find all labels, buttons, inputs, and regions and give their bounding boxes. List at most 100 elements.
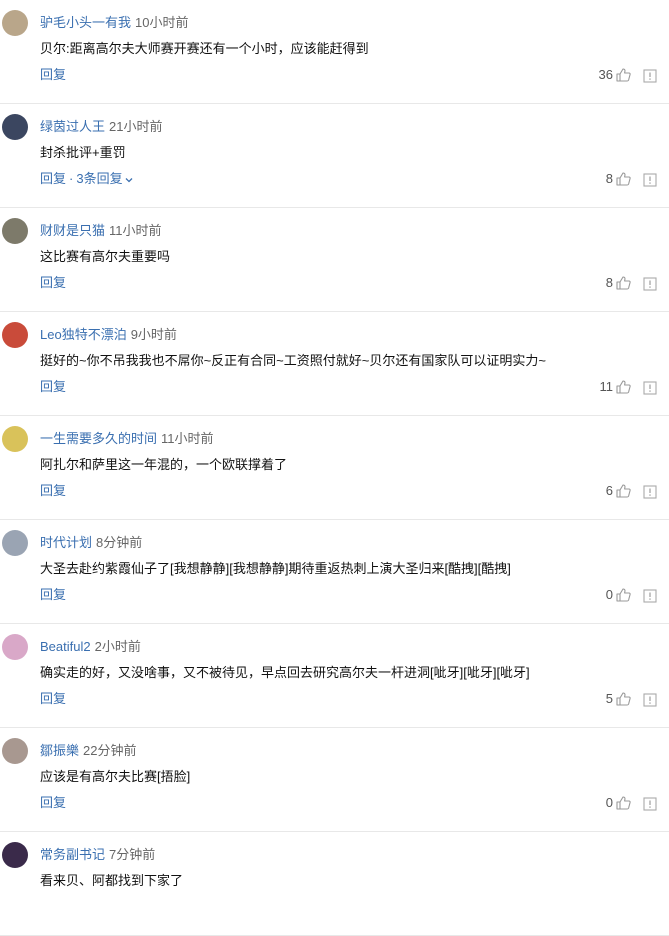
username[interactable]: 时代计划: [40, 535, 92, 550]
like-count: 0: [605, 795, 613, 810]
comment-time: 11小时前: [161, 431, 214, 446]
username[interactable]: Beatiful2: [40, 639, 91, 654]
reply-button[interactable]: 回复: [40, 171, 66, 186]
like-control[interactable]: 8: [606, 170, 631, 188]
like-count: 0: [605, 587, 613, 602]
thumbs-up-icon[interactable]: [615, 379, 631, 395]
like-control[interactable]: 0: [606, 586, 631, 604]
report-icon[interactable]: [643, 381, 657, 395]
comment-item: Leo独特不漂泊 9小时前挺好的~你不吊我我也不屌你~反正有合同~工资照付就好~贝…: [0, 312, 669, 416]
comment-meta: 财财是只猫 11小时前: [40, 222, 162, 240]
comment-text: 这比赛有高尔夫重要吗: [40, 249, 171, 264]
comment-actions: 回复: [40, 794, 66, 812]
like-count: 6: [605, 483, 613, 498]
separator: ·: [69, 171, 74, 186]
username[interactable]: Leo独特不漂泊: [40, 327, 127, 342]
avatar[interactable]: [2, 426, 28, 452]
reply-button[interactable]: 回复: [40, 483, 66, 498]
username[interactable]: 鄒振樂: [40, 743, 79, 758]
comment-time: 10小时前: [135, 15, 189, 30]
thumbs-up-icon[interactable]: [615, 483, 631, 499]
comment-time: 9小时前: [130, 327, 177, 342]
reply-button[interactable]: 回复: [40, 691, 66, 706]
comment-item: Beatiful2 2小时前确实走的好，又没啥事，又不被待见，早点回去研究高尔夫一…: [0, 624, 669, 728]
avatar[interactable]: [2, 530, 28, 556]
like-control[interactable]: 5: [606, 690, 631, 708]
comment-item: 时代计划 8分钟前大圣去赴约紫霞仙子了[我想静静][我想静静]期待重返热刺上演大圣…: [0, 520, 669, 624]
report-icon[interactable]: [643, 693, 657, 707]
comment-item: 常务副书记 7分钟前看来贝、阿都找到下家了: [0, 832, 669, 936]
like-control[interactable]: 6: [606, 482, 631, 500]
reply-button[interactable]: 回复: [40, 67, 66, 82]
comment-time: 21小时前: [109, 119, 163, 134]
comment-time: 11小时前: [109, 223, 162, 238]
comment-item: 财财是只猫 11小时前这比赛有高尔夫重要吗 回复 8: [0, 208, 669, 312]
reply-button[interactable]: 回复: [40, 379, 66, 394]
report-icon[interactable]: [643, 69, 657, 83]
avatar[interactable]: [2, 218, 28, 244]
comment-text: 大圣去赴约紫霞仙子了[我想静静][我想静静]期待重返热刺上演大圣归来[酷拽][酷…: [40, 561, 511, 576]
comment-text: 确实走的好，又没啥事，又不被待见，早点回去研究高尔夫一杆进洞[呲牙][呲牙][呲…: [40, 665, 530, 680]
thumbs-up-icon[interactable]: [615, 795, 631, 811]
like-control[interactable]: 0: [606, 794, 631, 812]
thumbs-up-icon[interactable]: [615, 587, 631, 603]
username[interactable]: 绿茵过人王: [40, 119, 105, 134]
like-control[interactable]: 11: [600, 378, 632, 396]
comment-meta: 驴毛小头一有我 10小时前: [40, 14, 188, 32]
username[interactable]: 驴毛小头一有我: [40, 15, 131, 30]
username[interactable]: 常务副书记: [40, 847, 105, 862]
comment-text: 贝尔:距离高尔夫大师赛开赛还有一个小时，应该能赶得到: [40, 41, 369, 56]
comment-meta: 一生需要多久的时间 11小时前: [40, 430, 214, 448]
comment-actions: 回复: [40, 482, 66, 500]
comment-meta: Leo独特不漂泊 9小时前: [40, 326, 177, 344]
comment-time: 8分钟前: [96, 535, 143, 550]
report-icon[interactable]: [643, 485, 657, 499]
comment-actions: 回复: [40, 586, 66, 604]
like-count: 8: [605, 171, 613, 186]
thumbs-up-icon[interactable]: [615, 275, 631, 291]
comment-meta: Beatiful2 2小时前: [40, 638, 141, 656]
thumbs-up-icon[interactable]: [615, 67, 631, 83]
comment-text: 应该是有高尔夫比赛[捂脸]: [40, 769, 191, 784]
like-count: 5: [605, 691, 613, 706]
like-control[interactable]: 36: [599, 66, 631, 84]
comment-actions: 回复: [40, 690, 66, 708]
reply-button[interactable]: 回复: [40, 587, 66, 602]
comment-list: 驴毛小头一有我 10小时前贝尔:距离高尔夫大师赛开赛还有一个小时，应该能赶得到 回复…: [0, 0, 669, 936]
avatar[interactable]: [2, 114, 28, 140]
like-count: 36: [598, 67, 613, 82]
comment-actions: 回复: [40, 274, 66, 292]
like-count: 8: [605, 275, 613, 290]
view-replies-button[interactable]: 3条回复: [76, 171, 133, 186]
reply-button[interactable]: 回复: [40, 275, 66, 290]
comment-text: 封杀批评+重罚: [40, 145, 126, 160]
avatar[interactable]: [2, 634, 28, 660]
comment-actions: 回复 · 3条回复: [40, 170, 134, 188]
comment-meta: 常务副书记 7分钟前: [40, 846, 155, 864]
comment-actions: 回复: [40, 378, 66, 396]
avatar[interactable]: [2, 738, 28, 764]
avatar[interactable]: [2, 322, 28, 348]
username[interactable]: 一生需要多久的时间: [40, 431, 157, 446]
comment-meta: 绿茵过人王 21小时前: [40, 118, 162, 136]
comment-item: 绿茵过人王 21小时前封杀批评+重罚 回复 · 3条回复 8: [0, 104, 669, 208]
like-count: 11: [599, 379, 614, 394]
report-icon[interactable]: [643, 173, 657, 187]
reply-button[interactable]: 回复: [40, 795, 66, 810]
report-icon[interactable]: [643, 589, 657, 603]
comment-text: 看来贝、阿都找到下家了: [40, 873, 184, 888]
comment-item: 一生需要多久的时间 11小时前阿扎尔和萨里这一年混的，一个欧联撑着了 回复 6: [0, 416, 669, 520]
thumbs-up-icon[interactable]: [615, 691, 631, 707]
comment-actions: 回复: [40, 66, 66, 84]
avatar[interactable]: [2, 10, 28, 36]
comment-text: 挺好的~你不吊我我也不屌你~反正有合同~工资照付就好~贝尔还有国家队可以证明实力…: [40, 353, 546, 368]
thumbs-up-icon[interactable]: [615, 171, 631, 187]
report-icon[interactable]: [643, 797, 657, 811]
comment-item: 驴毛小头一有我 10小时前贝尔:距离高尔夫大师赛开赛还有一个小时，应该能赶得到 回复…: [0, 0, 669, 104]
chevron-down-icon: [123, 171, 134, 186]
report-icon[interactable]: [643, 277, 657, 291]
comment-text: 阿扎尔和萨里这一年混的，一个欧联撑着了: [40, 457, 288, 472]
like-control[interactable]: 8: [606, 274, 631, 292]
username[interactable]: 财财是只猫: [40, 223, 105, 238]
avatar[interactable]: [2, 842, 28, 868]
